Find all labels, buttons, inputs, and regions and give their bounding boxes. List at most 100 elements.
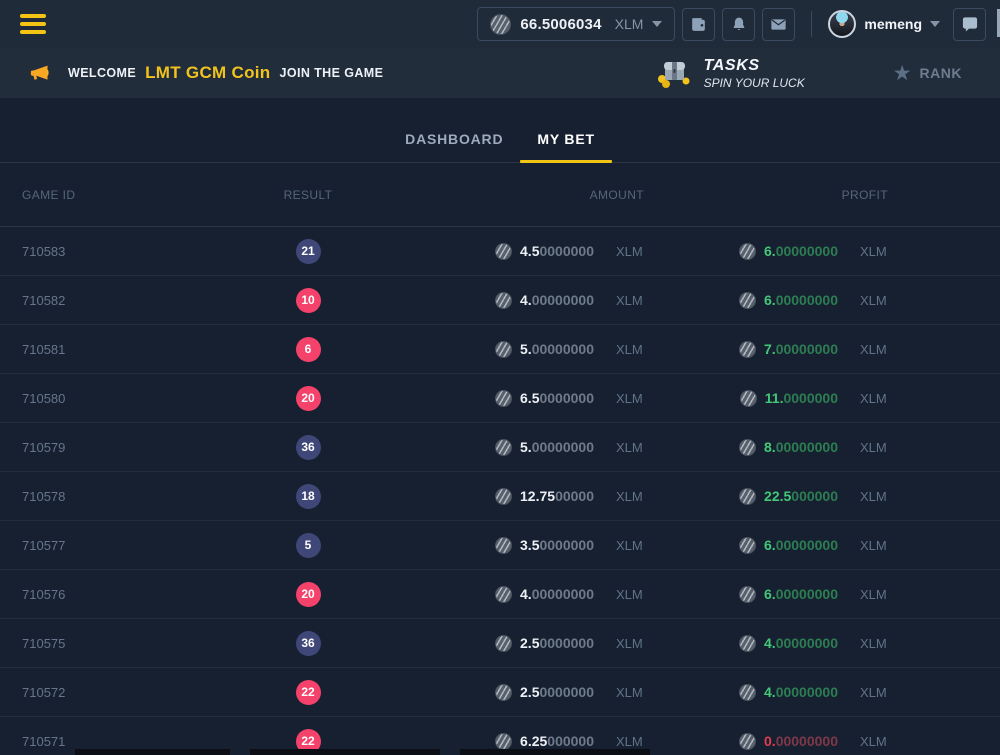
tab-dashboard[interactable]: DASHBOARD xyxy=(388,116,520,162)
result-cell: 20 xyxy=(278,582,338,607)
currency-label: XLM xyxy=(616,342,644,357)
result-cell: 21 xyxy=(278,239,338,264)
profit-value: 6. xyxy=(764,586,776,602)
topbar: 66.5006034 XLM memeng xyxy=(0,0,1000,48)
tab-my-bet[interactable]: MY BET xyxy=(520,116,611,162)
amount-cell: 4.00000000 XLM xyxy=(338,292,644,309)
profit-value: 7. xyxy=(764,341,776,357)
chat-toggle-button[interactable] xyxy=(953,8,986,41)
amount-value: 6.25 xyxy=(520,733,547,749)
profit-cell: 6.00000000 XLM xyxy=(644,292,888,309)
welcome-message: WELCOME LMT GCM Coin JOIN THE GAME xyxy=(30,63,383,84)
table-row: 710575 36 2.50000000 XLM 4.00000000 XLM xyxy=(0,619,1000,668)
amount-zeros: 000000 xyxy=(547,733,594,749)
result-cell: 20 xyxy=(278,386,338,411)
profit-cell: 0.00000000 XLM xyxy=(644,733,888,750)
game-id: 710578 xyxy=(0,489,278,504)
coin-icon xyxy=(739,292,756,309)
amount-value: 6.5 xyxy=(520,390,539,406)
amount-cell: 2.50000000 XLM xyxy=(338,635,644,652)
profit-value: 8. xyxy=(764,439,776,455)
amount-zeros: 00000000 xyxy=(532,341,594,357)
coin-icon xyxy=(495,586,512,603)
my-bet-table: GAME ID RESULT AMOUNT PROFIT 710583 21 4… xyxy=(0,163,1000,755)
amount-value: 4. xyxy=(520,586,532,602)
profit-cell: 8.00000000 XLM xyxy=(644,439,888,456)
header-game-id: GAME ID xyxy=(0,188,278,202)
tasks-title: TASKS xyxy=(704,56,805,76)
table-row: 710577 5 3.50000000 XLM 6.00000000 XLM xyxy=(0,521,1000,570)
profit-zeros: 00000000 xyxy=(776,243,838,259)
coin-icon xyxy=(739,684,756,701)
balance-box[interactable]: 66.5006034 XLM xyxy=(477,7,675,41)
currency-label: XLM xyxy=(860,587,888,602)
profit-zeros: 0000000 xyxy=(783,390,838,406)
game-id: 710580 xyxy=(0,391,278,406)
balance-currency[interactable]: XLM xyxy=(615,16,644,32)
game-id: 710576 xyxy=(0,587,278,602)
currency-label: XLM xyxy=(860,391,888,406)
result-badge: 5 xyxy=(296,533,321,558)
coin-icon xyxy=(495,439,512,456)
currency-label: XLM xyxy=(860,734,888,749)
profit-cell: 4.00000000 XLM xyxy=(644,635,888,652)
result-cell: 22 xyxy=(278,680,338,705)
coin-icon xyxy=(739,537,756,554)
profit-cell: 6.00000000 XLM xyxy=(644,537,888,554)
amount-cell: 12.7500000 XLM xyxy=(338,488,644,505)
wallet-button[interactable] xyxy=(682,8,715,41)
amount-cell: 3.50000000 XLM xyxy=(338,537,644,554)
result-badge: 10 xyxy=(296,288,321,313)
amount-cell: 6.50000000 XLM xyxy=(338,390,644,407)
currency-label: XLM xyxy=(860,489,888,504)
currency-label: XLM xyxy=(860,244,888,259)
currency-label: XLM xyxy=(860,636,888,651)
stellar-coin-icon xyxy=(490,14,511,35)
table-row: 710580 20 6.50000000 XLM 11.0000000 XLM xyxy=(0,374,1000,423)
table-row: 710579 36 5.00000000 XLM 8.00000000 XLM xyxy=(0,423,1000,472)
profit-cell: 22.5000000 XLM xyxy=(644,488,888,505)
amount-zeros: 0000000 xyxy=(539,684,594,700)
coin-icon xyxy=(495,243,512,260)
table-row: 710582 10 4.00000000 XLM 6.00000000 XLM xyxy=(0,276,1000,325)
game-id: 710579 xyxy=(0,440,278,455)
active-tab-underline xyxy=(520,160,611,163)
profit-zeros: 00000000 xyxy=(776,292,838,308)
amount-value: 4. xyxy=(520,292,532,308)
envelope-icon xyxy=(769,15,788,34)
notifications-button[interactable] xyxy=(722,8,755,41)
announcement-banner: WELCOME LMT GCM Coin JOIN THE GAME TASKS… xyxy=(0,48,1000,98)
amount-cell: 5.00000000 XLM xyxy=(338,341,644,358)
result-cell: 18 xyxy=(278,484,338,509)
star-icon: ★ xyxy=(893,63,912,84)
result-cell: 6 xyxy=(278,337,338,362)
amount-zeros: 0000000 xyxy=(539,243,594,259)
coin-icon xyxy=(495,733,512,750)
amount-zeros: 00000 xyxy=(555,488,594,504)
chevron-down-icon xyxy=(652,21,662,27)
currency-label: XLM xyxy=(860,685,888,700)
tab-dashboard-label: DASHBOARD xyxy=(405,131,503,147)
messages-button[interactable] xyxy=(762,8,795,41)
coin-icon xyxy=(739,488,756,505)
profit-cell: 6.00000000 XLM xyxy=(644,586,888,603)
table-row: 710571 22 6.25000000 XLM 0.00000000 XLM xyxy=(0,717,1000,755)
avatar xyxy=(828,10,856,38)
coin-icon xyxy=(739,439,756,456)
table-body: 710583 21 4.50000000 XLM 6.00000000 XLM … xyxy=(0,227,1000,755)
menu-button[interactable] xyxy=(20,14,46,34)
profit-zeros: 00000000 xyxy=(776,341,838,357)
currency-label: XLM xyxy=(616,440,644,455)
currency-label: XLM xyxy=(616,489,644,504)
tasks-widget[interactable]: TASKS SPIN YOUR LUCK xyxy=(656,56,805,91)
profit-value: 4. xyxy=(764,635,776,651)
result-badge: 6 xyxy=(296,337,321,362)
coin-icon xyxy=(495,390,512,407)
chevron-down-icon xyxy=(930,21,940,27)
result-cell: 10 xyxy=(278,288,338,313)
result-badge: 22 xyxy=(296,680,321,705)
divider xyxy=(811,11,812,37)
rank-widget[interactable]: ★ RANK xyxy=(893,63,962,84)
user-menu[interactable]: memeng xyxy=(828,10,940,38)
amount-cell: 6.25000000 XLM xyxy=(338,733,644,750)
